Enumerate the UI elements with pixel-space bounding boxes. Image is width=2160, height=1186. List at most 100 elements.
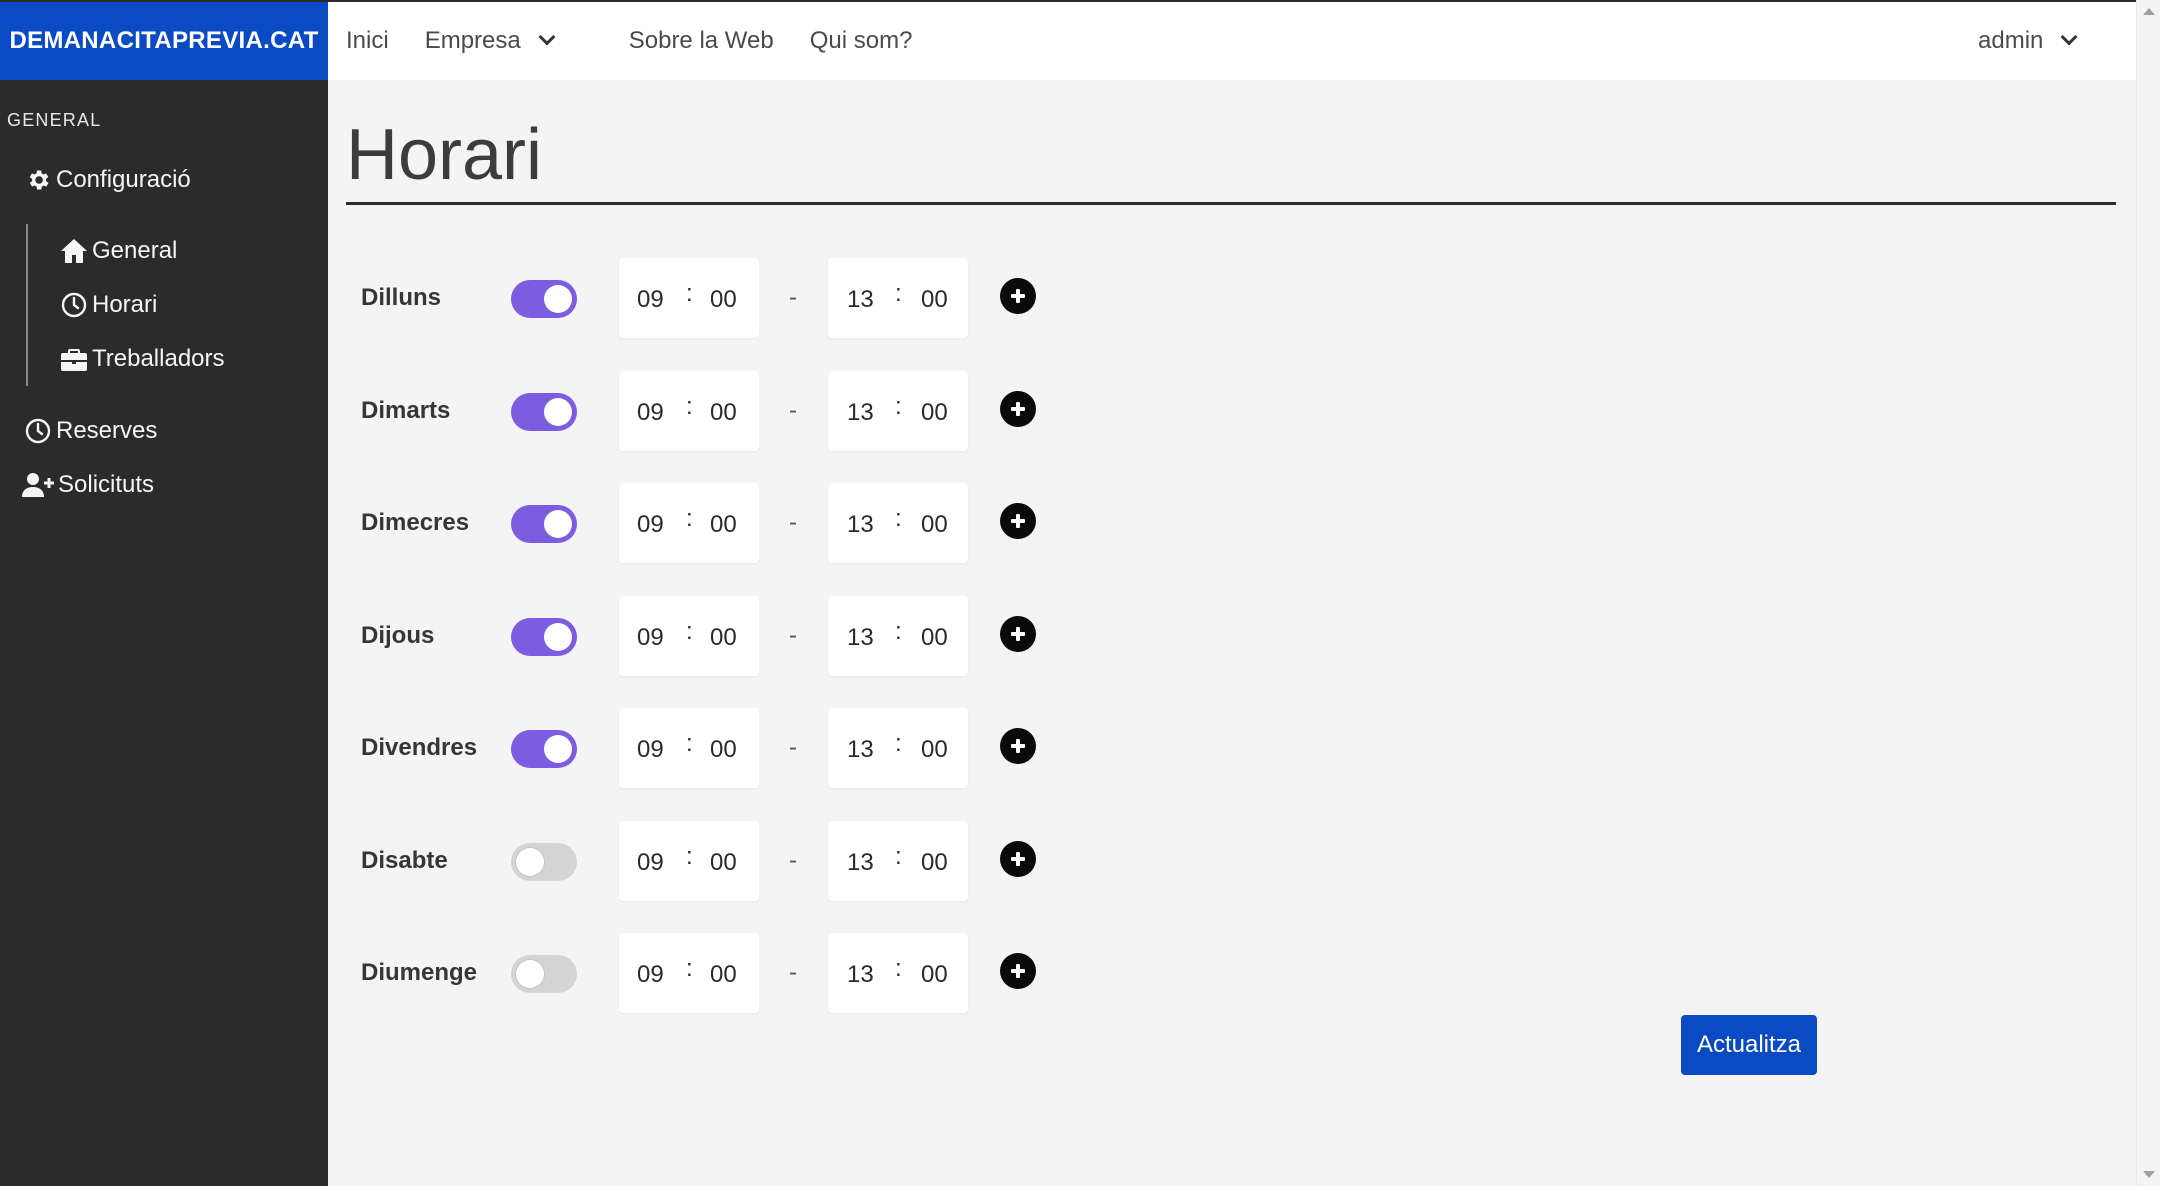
end-hour-field[interactable]: 13	[847, 511, 874, 539]
start-time-input[interactable]: 09:00	[619, 371, 759, 451]
sidebar-item-label: General	[92, 237, 178, 264]
start-hour-field[interactable]: 09	[637, 849, 664, 877]
end-time-input[interactable]: 13:00	[828, 371, 968, 451]
add-time-slot-button[interactable]	[1000, 953, 1036, 989]
end-minute-field[interactable]: 00	[921, 286, 948, 314]
day-enabled-toggle[interactable]	[511, 393, 577, 431]
time-separator: :	[895, 730, 902, 757]
sidebar-item-solicituts[interactable]: Solicituts	[22, 471, 154, 499]
day-enabled-toggle[interactable]	[511, 843, 577, 881]
end-time-input[interactable]: 13:00	[828, 596, 968, 676]
end-time-input[interactable]: 13:00	[828, 708, 968, 788]
add-time-slot-button[interactable]	[1000, 391, 1036, 427]
start-hour-field[interactable]: 09	[637, 736, 664, 764]
start-hour-field[interactable]: 09	[637, 961, 664, 989]
schedule-row: Dimarts 09:00-13:00	[328, 371, 1528, 451]
start-time-input[interactable]: 09:00	[619, 821, 759, 901]
day-enabled-toggle[interactable]	[511, 618, 577, 656]
start-minute-field[interactable]: 00	[710, 286, 737, 314]
end-time-input[interactable]: 13:00	[828, 258, 968, 338]
end-hour-field[interactable]: 13	[847, 399, 874, 427]
user-menu-dropdown[interactable]: admin	[1978, 27, 2078, 55]
end-minute-field[interactable]: 00	[921, 849, 948, 877]
sidebar-item-horari[interactable]: Horari	[60, 291, 157, 319]
time-separator: :	[686, 618, 693, 645]
end-minute-field[interactable]: 00	[921, 736, 948, 764]
end-hour-field[interactable]: 13	[847, 961, 874, 989]
start-time-input[interactable]: 09:00	[619, 258, 759, 338]
day-label: Diumenge	[361, 959, 478, 986]
briefcase-icon	[60, 345, 88, 373]
day-enabled-toggle[interactable]	[511, 730, 577, 768]
end-time-input[interactable]: 13:00	[828, 483, 968, 563]
schedule-row: Dimecres 09:00 - 13:00	[328, 483, 1528, 563]
range-separator: -	[789, 284, 797, 311]
chevron-down-icon	[2060, 28, 2078, 46]
day-label: Dimarts	[361, 397, 451, 424]
day-label: Dimecres	[361, 509, 470, 536]
nav-home[interactable]: Inici	[346, 27, 389, 55]
sidebar-item-label: Configuració	[56, 166, 191, 193]
end-time-input[interactable]: 13:00	[828, 821, 968, 901]
end-minute-field[interactable]: 00	[921, 624, 948, 652]
time-separator: :	[895, 955, 902, 982]
start-hour-field[interactable]: 09	[637, 624, 664, 652]
start-minute-field[interactable]: 00	[710, 624, 737, 652]
day-enabled-toggle[interactable]	[511, 505, 577, 543]
toggle-knob	[544, 735, 572, 763]
end-time-input[interactable]: 13:00	[828, 933, 968, 1013]
sidebar: GENERAL Configuració General Horari Treb…	[0, 80, 328, 1186]
start-hour-field[interactable]: 09	[637, 511, 664, 539]
brand-logo[interactable]: DEMANACITAPREVIA.CAT	[0, 2, 328, 80]
start-minute-field[interactable]: 00	[710, 736, 737, 764]
nav-about-web[interactable]: Sobre la Web	[629, 27, 774, 55]
day-label: Disabte	[361, 847, 448, 874]
toggle-knob	[544, 510, 572, 538]
start-hour-field[interactable]: 09	[637, 286, 664, 314]
nav-who-we-are[interactable]: Qui som?	[810, 27, 913, 55]
start-time-input[interactable]: 09:00	[619, 708, 759, 788]
page-scrollbar[interactable]	[2136, 0, 2160, 1186]
time-separator: :	[686, 730, 693, 757]
start-hour-field[interactable]: 09	[637, 399, 664, 427]
sidebar-item-general[interactable]: General	[60, 237, 177, 265]
start-time-input[interactable]: 09:00	[619, 596, 759, 676]
end-minute-field[interactable]: 00	[921, 399, 948, 427]
add-time-slot-button[interactable]	[1000, 503, 1036, 539]
schedule-row: Divendres 09:00-13:00	[328, 708, 1528, 788]
sidebar-item-configuracio[interactable]: Configuració	[24, 166, 191, 194]
end-hour-field[interactable]: 13	[847, 736, 874, 764]
app-frame: DEMANACITAPREVIA.CAT Inici Empresa Sobre…	[0, 0, 2160, 1186]
nav-company-dropdown[interactable]: Empresa	[425, 27, 556, 55]
add-time-slot-button[interactable]	[1000, 728, 1036, 764]
start-minute-field[interactable]: 00	[710, 849, 737, 877]
add-time-slot-button[interactable]	[1000, 841, 1036, 877]
update-button[interactable]: Actualitza	[1681, 1015, 1817, 1075]
sidebar-item-reserves[interactable]: Reserves	[24, 417, 157, 445]
end-hour-field[interactable]: 13	[847, 849, 874, 877]
page-title: Horari	[346, 115, 543, 195]
add-time-slot-button[interactable]	[1000, 278, 1036, 314]
scroll-up-arrow[interactable]	[2143, 8, 2155, 15]
toggle-knob	[544, 398, 572, 426]
end-hour-field[interactable]: 13	[847, 624, 874, 652]
end-minute-field[interactable]: 00	[921, 961, 948, 989]
scroll-down-arrow[interactable]	[2143, 1171, 2155, 1178]
start-minute-field[interactable]: 00	[710, 961, 737, 989]
start-time-input[interactable]: 09:00	[619, 933, 759, 1013]
toggle-knob	[516, 960, 544, 988]
day-enabled-toggle[interactable]	[511, 955, 577, 993]
time-separator: :	[686, 393, 693, 420]
add-time-slot-button[interactable]	[1000, 616, 1036, 652]
schedule-row: Diumenge 09:00-13:00	[328, 933, 1528, 1013]
day-enabled-toggle[interactable]	[511, 280, 577, 318]
end-hour-field[interactable]: 13	[847, 286, 874, 314]
start-minute-field[interactable]: 00	[710, 511, 737, 539]
sidebar-item-label: Treballadors	[92, 345, 225, 372]
schedule-row: Disabte 09:00-13:00	[328, 821, 1528, 901]
end-minute-field[interactable]: 00	[921, 511, 948, 539]
range-separator: -	[789, 509, 797, 536]
start-minute-field[interactable]: 00	[710, 399, 737, 427]
sidebar-item-treballadors[interactable]: Treballadors	[60, 345, 225, 373]
start-time-input[interactable]: 09:00	[619, 483, 759, 563]
